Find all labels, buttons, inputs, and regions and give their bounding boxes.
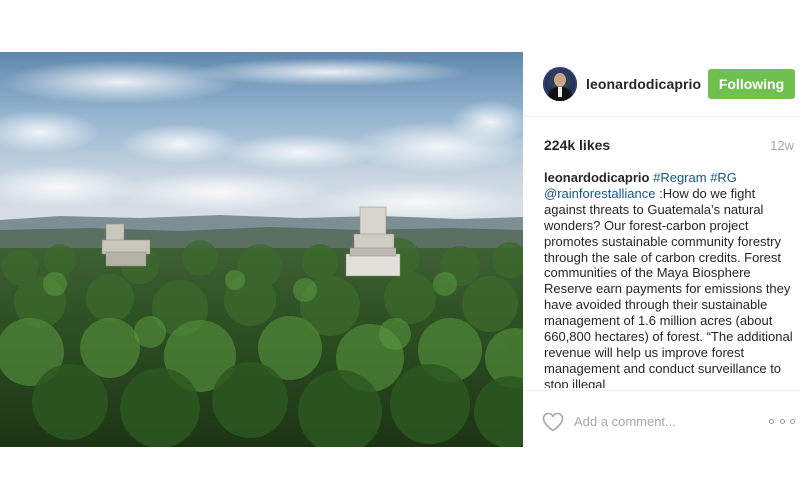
hashtag-rg-link[interactable]: #RG bbox=[710, 170, 737, 185]
caption-author-link[interactable]: leonardodicaprio bbox=[544, 170, 649, 185]
post-caption: leonardodicaprio #Regram #RG @rainforest… bbox=[544, 170, 796, 388]
comment-bar bbox=[523, 390, 800, 448]
more-options-icon[interactable] bbox=[769, 415, 795, 427]
post-side-panel: leonardodicaprio Following 224k likes 12… bbox=[523, 52, 800, 447]
caption-text: :How do we fight against threats to Guat… bbox=[544, 185, 793, 388]
heart-icon[interactable] bbox=[542, 412, 564, 432]
post-header: leonardodicaprio Following bbox=[523, 52, 800, 117]
comment-input[interactable] bbox=[574, 411, 754, 431]
avatar[interactable] bbox=[543, 67, 577, 101]
jungle-temples-image bbox=[0, 52, 523, 447]
hashtag-regram-link[interactable]: #Regram bbox=[653, 170, 706, 185]
following-button[interactable]: Following bbox=[708, 69, 795, 99]
post-photo[interactable] bbox=[0, 52, 523, 447]
like-count[interactable]: 224k likes bbox=[544, 137, 610, 153]
post-time[interactable]: 12w bbox=[770, 138, 794, 153]
instagram-post-page: leonardodicaprio Following 224k likes 12… bbox=[0, 0, 800, 500]
username-link[interactable]: leonardodicaprio bbox=[586, 76, 701, 92]
mention-link[interactable]: @rainforestalliance bbox=[544, 186, 655, 201]
